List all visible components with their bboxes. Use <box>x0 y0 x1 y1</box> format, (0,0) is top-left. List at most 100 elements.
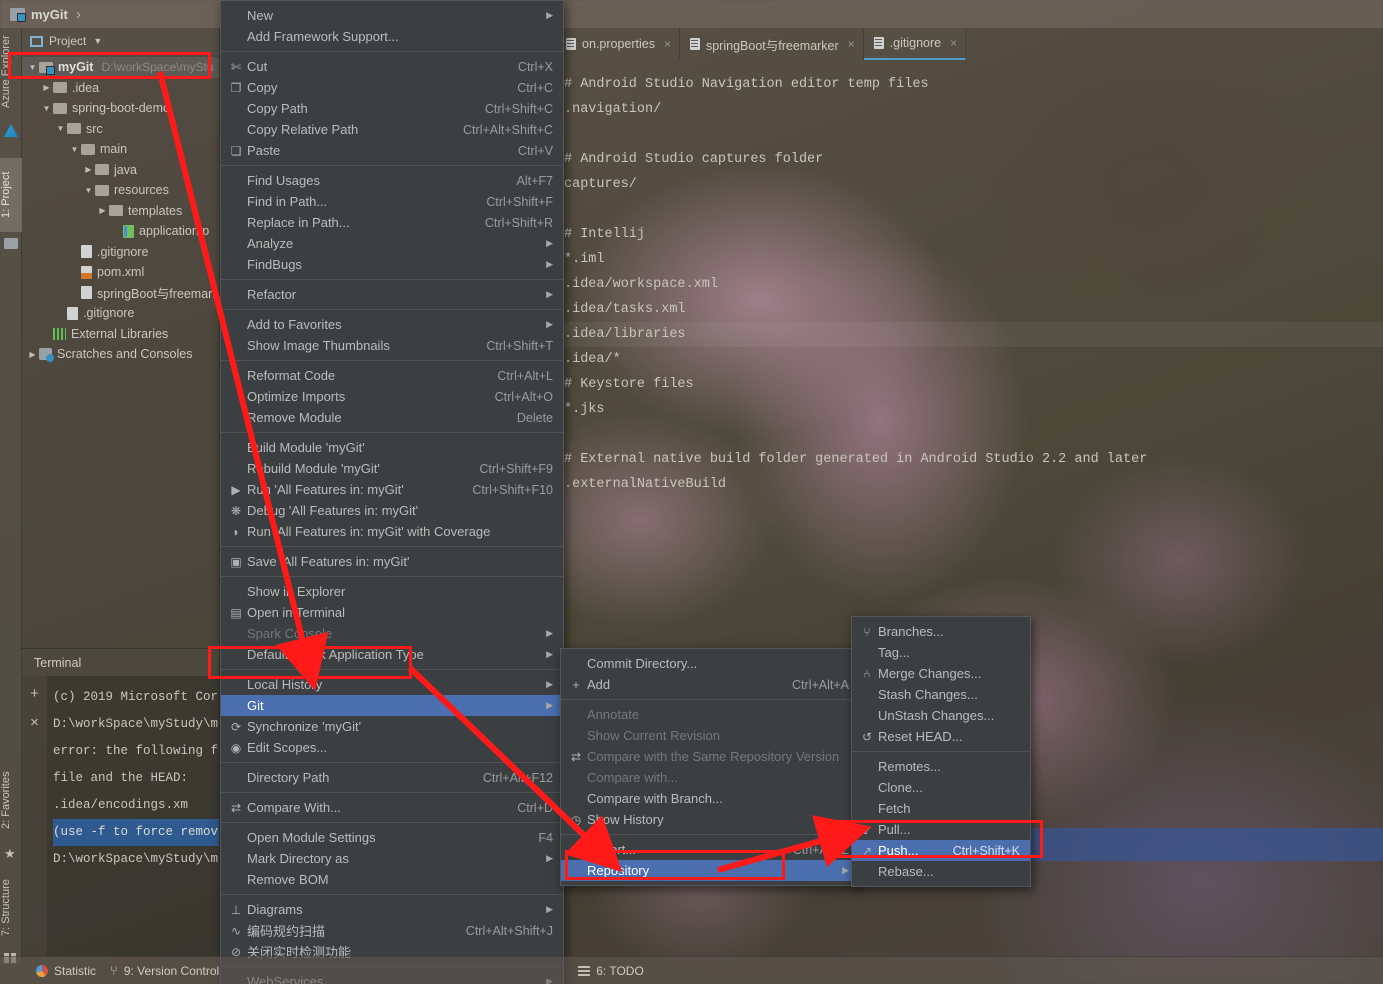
tree-node--gitignore[interactable]: · .gitignore <box>22 242 219 263</box>
menu-item-new[interactable]: New ▶ <box>221 5 563 26</box>
chevron-down-icon[interactable]: ▼ <box>54 124 67 133</box>
tree-node--gitignore[interactable]: · .gitignore <box>22 303 219 324</box>
menu-item-branches[interactable]: ⑂ Branches... <box>852 621 1030 642</box>
tree-node-spring-boot-demo[interactable]: ▼ spring-boot-demo <box>22 98 219 119</box>
menu-item-run-all-features-in-mygit[interactable]: ▶ Run 'All Features in: myGit' Ctrl+Shift+… <box>221 479 563 500</box>
menu-item-reformat-code[interactable]: Reformat Code Ctrl+Alt+L <box>221 365 563 386</box>
chevron-down-icon[interactable]: ▼ <box>40 104 53 113</box>
menu-item-refactor[interactable]: Refactor ▶ <box>221 284 563 305</box>
editor-tab-bar[interactable]: on.properties × springBoot与freemarker × .git… <box>556 28 1383 60</box>
status-item-todo[interactable]: 6: TODO <box>578 964 644 978</box>
menu-item-reset-head[interactable]: ↺ Reset HEAD... <box>852 726 1030 747</box>
chevron-right-icon[interactable]: ▶ <box>82 165 95 174</box>
menu-item-optimize-imports[interactable]: Optimize Imports Ctrl+Alt+O <box>221 386 563 407</box>
menu-item-remove-bom[interactable]: Remove BOM <box>221 869 563 890</box>
menu-item-show-current-revision[interactable]: Show Current Revision <box>561 725 859 746</box>
context-menu-repository[interactable]: ⑂ Branches... Tag... ⑃ Merge Changes... Stash… <box>851 616 1031 887</box>
tree-node-main[interactable]: ▼ main <box>22 139 219 160</box>
menu-item-cut[interactable]: ✄ Cut Ctrl+X <box>221 56 563 77</box>
menu-item-pull[interactable]: ↙ Pull... <box>852 819 1030 840</box>
close-icon[interactable]: × <box>664 37 671 51</box>
menu-item-paste[interactable]: ❏ Paste Ctrl+V <box>221 140 563 161</box>
tree-node-external-libraries[interactable]: · External Libraries <box>22 324 219 345</box>
menu-item-rebase[interactable]: Rebase... <box>852 861 1030 882</box>
menu-item-run-all-features-in-mygit-with-coverage[interactable]: ◗ Run 'All Features in: myGit' with Cover… <box>221 521 563 542</box>
menu-item-edit-scopes[interactable]: ◉ Edit Scopes... <box>221 737 563 758</box>
close-icon[interactable]: × <box>848 37 855 51</box>
menu-item-show-history[interactable]: ◷ Show History <box>561 809 859 830</box>
menu-item-compare-with-branch[interactable]: Compare with Branch... <box>561 788 859 809</box>
menu-item-analyze[interactable]: Analyze ▶ <box>221 233 563 254</box>
menu-item-clone[interactable]: Clone... <box>852 777 1030 798</box>
menu-item-mark-directory-as[interactable]: Mark Directory as ▶ <box>221 848 563 869</box>
tree-node-src[interactable]: ▼ src <box>22 119 219 140</box>
menu-item-commit-directory[interactable]: Commit Directory... <box>561 653 859 674</box>
menu-item-replace-in-path[interactable]: Replace in Path... Ctrl+Shift+R <box>221 212 563 233</box>
menu-item-synchronize-mygit[interactable]: ⟳ Synchronize 'myGit' <box>221 716 563 737</box>
status-item-version-control[interactable]: ⑂ 9: Version Control <box>110 963 219 978</box>
terminal-output[interactable]: (c) 2019 Microsoft Cor D:\workSpace\myStu… <box>47 676 219 956</box>
chevron-down-icon[interactable]: ▼ <box>26 63 39 72</box>
menu-item-local-history[interactable]: Local History ▶ <box>221 674 563 695</box>
menu-item-fetch[interactable]: Fetch <box>852 798 1030 819</box>
chevron-down-icon[interactable]: ▼ <box>68 145 81 154</box>
menu-item-remove-module[interactable]: Remove Module Delete <box>221 407 563 428</box>
menu-item-revert[interactable]: ↩ Revert... Ctrl+Alt+Z <box>561 839 859 860</box>
menu-item-compare-with[interactable]: Compare with... <box>561 767 859 788</box>
tree-node-templates[interactable]: ▶ templates <box>22 201 219 222</box>
menu-item-annotate[interactable]: Annotate <box>561 704 859 725</box>
menu-item-compare-with-the-same-repository-version[interactable]: ⇄ Compare with the Same Repository Versio… <box>561 746 859 767</box>
menu-item-add-framework-support[interactable]: Add Framework Support... <box>221 26 563 47</box>
menu-item-find-usages[interactable]: Find Usages Alt+F7 <box>221 170 563 191</box>
menu-item-add[interactable]: + Add Ctrl+Alt+A <box>561 674 859 695</box>
menu-item-spark-console[interactable]: Spark Console ▶ <box>221 623 563 644</box>
menu-item-findbugs[interactable]: FindBugs ▶ <box>221 254 563 275</box>
menu-item-add-to-favorites[interactable]: Add to Favorites ▶ <box>221 314 563 335</box>
menu-item-编码规约扫描[interactable]: ∿ 编码规约扫描 Ctrl+Alt+Shift+J <box>221 920 563 941</box>
menu-item-repository[interactable]: Repository ▶ <box>561 860 859 881</box>
tree-node--idea[interactable]: ▶ .idea <box>22 78 219 99</box>
menu-item-open-module-settings[interactable]: Open Module Settings F4 <box>221 827 563 848</box>
context-menu-git[interactable]: Commit Directory... + Add Ctrl+Alt+A Annotat… <box>560 648 860 886</box>
sidebar-tab-structure[interactable]: 7: Structure <box>0 868 22 948</box>
menu-item-copy-path[interactable]: Copy Path Ctrl+Shift+C <box>221 98 563 119</box>
project-pane-header[interactable]: Project ▼ <box>22 28 219 54</box>
context-menu-main[interactable]: New ▶ Add Framework Support... ✄ Cut Ctrl+X ❐ C… <box>220 0 564 984</box>
menu-item-unstash-changes[interactable]: UnStash Changes... <box>852 705 1030 726</box>
menu-item-tag[interactable]: Tag... <box>852 642 1030 663</box>
menu-item-git[interactable]: Git ▶ <box>221 695 563 716</box>
chevron-right-icon[interactable]: ▶ <box>40 83 53 92</box>
menu-item-open-in-terminal[interactable]: ▤ Open in Terminal <box>221 602 563 623</box>
sidebar-tab-project[interactable]: 1: Project <box>0 158 22 232</box>
project-tree[interactable]: ▼ myGit D:\workSpace\myStu ▶ .idea ▼ spring-bo… <box>22 54 219 365</box>
chevron-down-icon[interactable]: ▼ <box>93 36 102 46</box>
menu-item-copy-relative-path[interactable]: Copy Relative Path Ctrl+Alt+Shift+C <box>221 119 563 140</box>
menu-item-push[interactable]: ↗ Push... Ctrl+Shift+K <box>852 840 1030 861</box>
close-session-button[interactable]: × <box>22 714 47 731</box>
chevron-down-icon[interactable]: ▼ <box>82 186 95 195</box>
menu-item-remotes[interactable]: Remotes... <box>852 756 1030 777</box>
chevron-right-icon[interactable]: ▶ <box>96 206 109 215</box>
status-item-statistic[interactable]: Statistic <box>36 964 96 978</box>
menu-item-merge-changes[interactable]: ⑃ Merge Changes... <box>852 663 1030 684</box>
close-icon[interactable]: × <box>950 36 957 50</box>
tree-node-pom-xml[interactable]: · pom.xml <box>22 262 219 283</box>
menu-item-diagrams[interactable]: ⊥ Diagrams ▶ <box>221 899 563 920</box>
tree-node-scratches-and-consoles[interactable]: ▶ Scratches and Consoles <box>22 344 219 365</box>
menu-item-debug-all-features-in-mygit[interactable]: ❋ Debug 'All Features in: myGit' <box>221 500 563 521</box>
menu-item-find-in-path[interactable]: Find in Path... Ctrl+Shift+F <box>221 191 563 212</box>
menu-item-compare-with[interactable]: ⇄ Compare With... Ctrl+D <box>221 797 563 818</box>
sidebar-tab-favorites[interactable]: 2: Favorites <box>0 760 22 840</box>
menu-item-copy[interactable]: ❐ Copy Ctrl+C <box>221 77 563 98</box>
tree-node-java[interactable]: ▶ java <box>22 160 219 181</box>
menu-item-default-spark-application-type[interactable]: Default Spark Application Type ▶ <box>221 644 563 665</box>
menu-item-rebuild-module-mygit[interactable]: Rebuild Module 'myGit' Ctrl+Shift+F9 <box>221 458 563 479</box>
new-session-button[interactable]: + <box>22 685 47 702</box>
menu-item-directory-path[interactable]: Directory Path Ctrl+Alt+F12 <box>221 767 563 788</box>
menu-item-build-module-mygit[interactable]: Build Module 'myGit' <box>221 437 563 458</box>
menu-item-stash-changes[interactable]: Stash Changes... <box>852 684 1030 705</box>
menu-item-show-image-thumbnails[interactable]: Show Image Thumbnails Ctrl+Shift+T <box>221 335 563 356</box>
tree-node-resources[interactable]: ▼ resources <box>22 180 219 201</box>
chevron-right-icon[interactable]: ▶ <box>26 350 39 359</box>
menu-item-show-in-explorer[interactable]: Show in Explorer <box>221 581 563 602</box>
